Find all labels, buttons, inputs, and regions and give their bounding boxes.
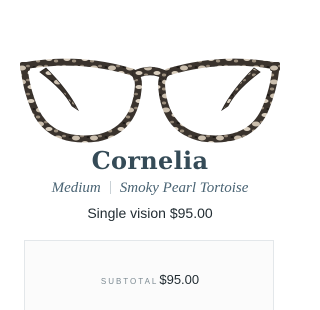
subtotal-row: SUBTOTAL $95.00 [0, 272, 300, 287]
lens-price: Single vision $95.00 [87, 205, 213, 221]
variant-divider [109, 181, 111, 194]
eyeglasses-image [20, 58, 280, 143]
product-name: Cornelia [91, 146, 209, 175]
subtotal-label: SUBTOTAL [100, 277, 159, 286]
variant-line: Medium Smoky Pearl Tortoise [0, 180, 300, 197]
subtotal-value: $95.00 [159, 272, 200, 287]
frame-width: Medium [51, 180, 101, 196]
frame-color: Smoky Pearl Tortoise [119, 180, 249, 196]
